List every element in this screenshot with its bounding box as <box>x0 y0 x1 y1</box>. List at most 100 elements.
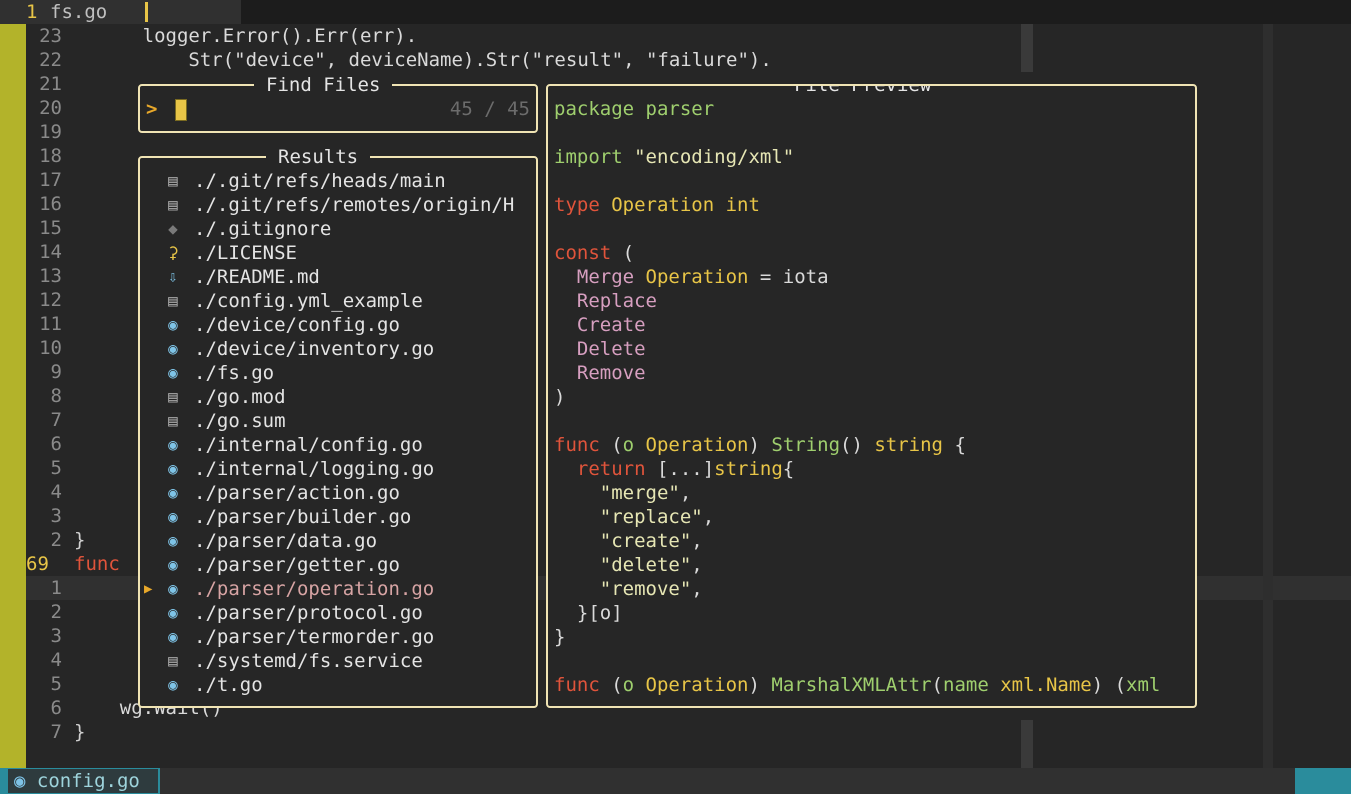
line-code: func <box>74 553 120 575</box>
git-icon: ◆ <box>168 219 178 238</box>
result-path: ./config.yml_example <box>194 290 423 312</box>
editor-line[interactable]: 2} <box>26 528 86 552</box>
preview-line: const ( <box>554 242 635 264</box>
go-icon: ◉ <box>168 483 178 502</box>
editor-line[interactable]: 18 <box>26 144 62 168</box>
result-path: ./.git/refs/remotes/origin/H <box>194 194 515 216</box>
go-icon: ◉ <box>168 627 178 646</box>
editor-line[interactable]: 7} <box>26 720 86 744</box>
line-number: 16 <box>39 193 62 215</box>
preview-line: ) <box>554 386 566 408</box>
preview-line: } <box>554 626 566 648</box>
prompt-area[interactable]: > <box>146 97 187 121</box>
result-path: ./parser/protocol.go <box>194 602 423 624</box>
result-path: ./parser/termorder.go <box>194 626 435 648</box>
preview-line: "remove", <box>554 578 703 600</box>
line-code: logger.Error().Err(err). <box>74 25 418 47</box>
editor-line[interactable]: 12 <box>26 288 62 312</box>
editor-line[interactable]: 22 Str("device", deviceName).Str("result… <box>26 48 772 72</box>
result-path: ./parser/builder.go <box>194 506 412 528</box>
tab-filename[interactable]: fs.go <box>50 0 107 24</box>
editor-line[interactable]: 20 <box>26 96 62 120</box>
go-icon: ◉ <box>168 339 178 358</box>
scrollbar-thumb[interactable] <box>1021 24 1033 72</box>
preview-line: func (o Operation) String() string { <box>554 434 966 456</box>
editor-line[interactable]: 3 <box>26 504 62 528</box>
file-preview-panel: File Preview package parser import "enco… <box>546 84 1197 708</box>
editor-line[interactable]: 9 <box>26 360 62 384</box>
result-path: ./parser/data.go <box>194 530 378 552</box>
editor-line[interactable]: 8 <box>26 384 62 408</box>
line-number: 17 <box>39 169 62 191</box>
color-column <box>1263 24 1273 768</box>
tab-cursor <box>145 2 148 22</box>
prompt-input[interactable] <box>174 98 187 121</box>
go-icon: ◉ <box>168 435 178 454</box>
preview-line: "replace", <box>554 506 715 528</box>
result-path: ./internal/config.go <box>194 434 423 456</box>
line-number: 7 <box>50 409 62 431</box>
results-title: Results <box>266 146 371 168</box>
line-number: 5 <box>50 457 62 479</box>
preview-line: "delete", <box>554 554 703 576</box>
editor-line[interactable]: 6 wg.Wait() <box>26 696 223 720</box>
preview-line: Remove <box>554 362 646 384</box>
editor-line[interactable]: 2 <box>26 600 62 624</box>
file-icon: ▤ <box>168 411 178 430</box>
preview-line: package parser <box>554 98 715 120</box>
editor-line[interactable]: 15 <box>26 216 62 240</box>
line-number: 4 <box>50 649 62 671</box>
editor-line[interactable]: 3 <box>26 624 62 648</box>
editor-line[interactable]: 6 <box>26 432 62 456</box>
statusbar <box>0 768 1351 794</box>
editor-line[interactable]: 11 <box>26 312 62 336</box>
line-number: 21 <box>39 73 62 95</box>
result-path: ./go.sum <box>194 410 286 432</box>
preview-line: type Operation int <box>554 194 760 216</box>
editor-line[interactable]: 5 <box>26 456 62 480</box>
editor-line[interactable]: 19 <box>26 120 62 144</box>
go-icon: ◉ <box>168 507 178 526</box>
editor-line[interactable]: 1 <box>26 576 62 600</box>
preview-line: "merge", <box>554 482 692 504</box>
result-path: ./parser/getter.go <box>194 554 400 576</box>
line-number: 12 <box>39 289 62 311</box>
editor-line[interactable]: 10 <box>26 336 62 360</box>
line-number: 7 <box>50 721 62 743</box>
editor-line[interactable]: 7 <box>26 408 62 432</box>
editor-line[interactable]: 14 <box>26 240 62 264</box>
line-number: 22 <box>39 49 62 71</box>
editor-line[interactable]: 69 func <box>26 552 120 576</box>
result-path: ./go.mod <box>194 386 286 408</box>
result-path: ./README.md <box>194 266 320 288</box>
scrollbar-thumb-lower[interactable] <box>1021 720 1033 768</box>
editor-line[interactable]: 17 <box>26 168 62 192</box>
editor-line[interactable]: 5 <box>26 672 62 696</box>
line-number: 3 <box>50 505 62 527</box>
line-number: 20 <box>39 97 62 119</box>
line-number: 23 <box>39 25 62 47</box>
selection-caret-icon: ▶ <box>144 581 153 597</box>
file-icon: ▤ <box>168 195 178 214</box>
editor-line[interactable]: 16 <box>26 192 62 216</box>
line-code: Str("device", deviceName).Str("result", … <box>74 49 772 71</box>
markdown-icon: ⇩ <box>168 267 178 286</box>
editor-line[interactable]: 4 <box>26 648 62 672</box>
go-icon: ◉ <box>168 675 178 694</box>
editor-line[interactable]: 4 <box>26 480 62 504</box>
result-path: ./LICENSE <box>194 242 297 264</box>
file-icon: ▤ <box>168 171 178 190</box>
result-path: ./internal/logging.go <box>194 458 435 480</box>
results-panel: Results ▤ ./.git/refs/heads/main ▤ ./.git/r… <box>138 146 538 708</box>
statusbar-file[interactable]: ◉ config.go <box>14 768 140 794</box>
line-number: 11 <box>39 313 62 335</box>
go-icon: ◉ <box>168 603 178 622</box>
go-icon: ◉ <box>168 363 178 382</box>
file-icon: ▤ <box>168 651 178 670</box>
preview-line: func (o Operation) MarshalXMLAttr(name x… <box>554 674 1161 696</box>
editor-line[interactable]: 23 logger.Error().Err(err). <box>26 24 417 48</box>
editor-line[interactable]: 21 <box>26 72 62 96</box>
editor-line[interactable]: 13 <box>26 264 62 288</box>
line-number: 6 <box>50 433 62 455</box>
line-number: 6 <box>50 697 62 719</box>
